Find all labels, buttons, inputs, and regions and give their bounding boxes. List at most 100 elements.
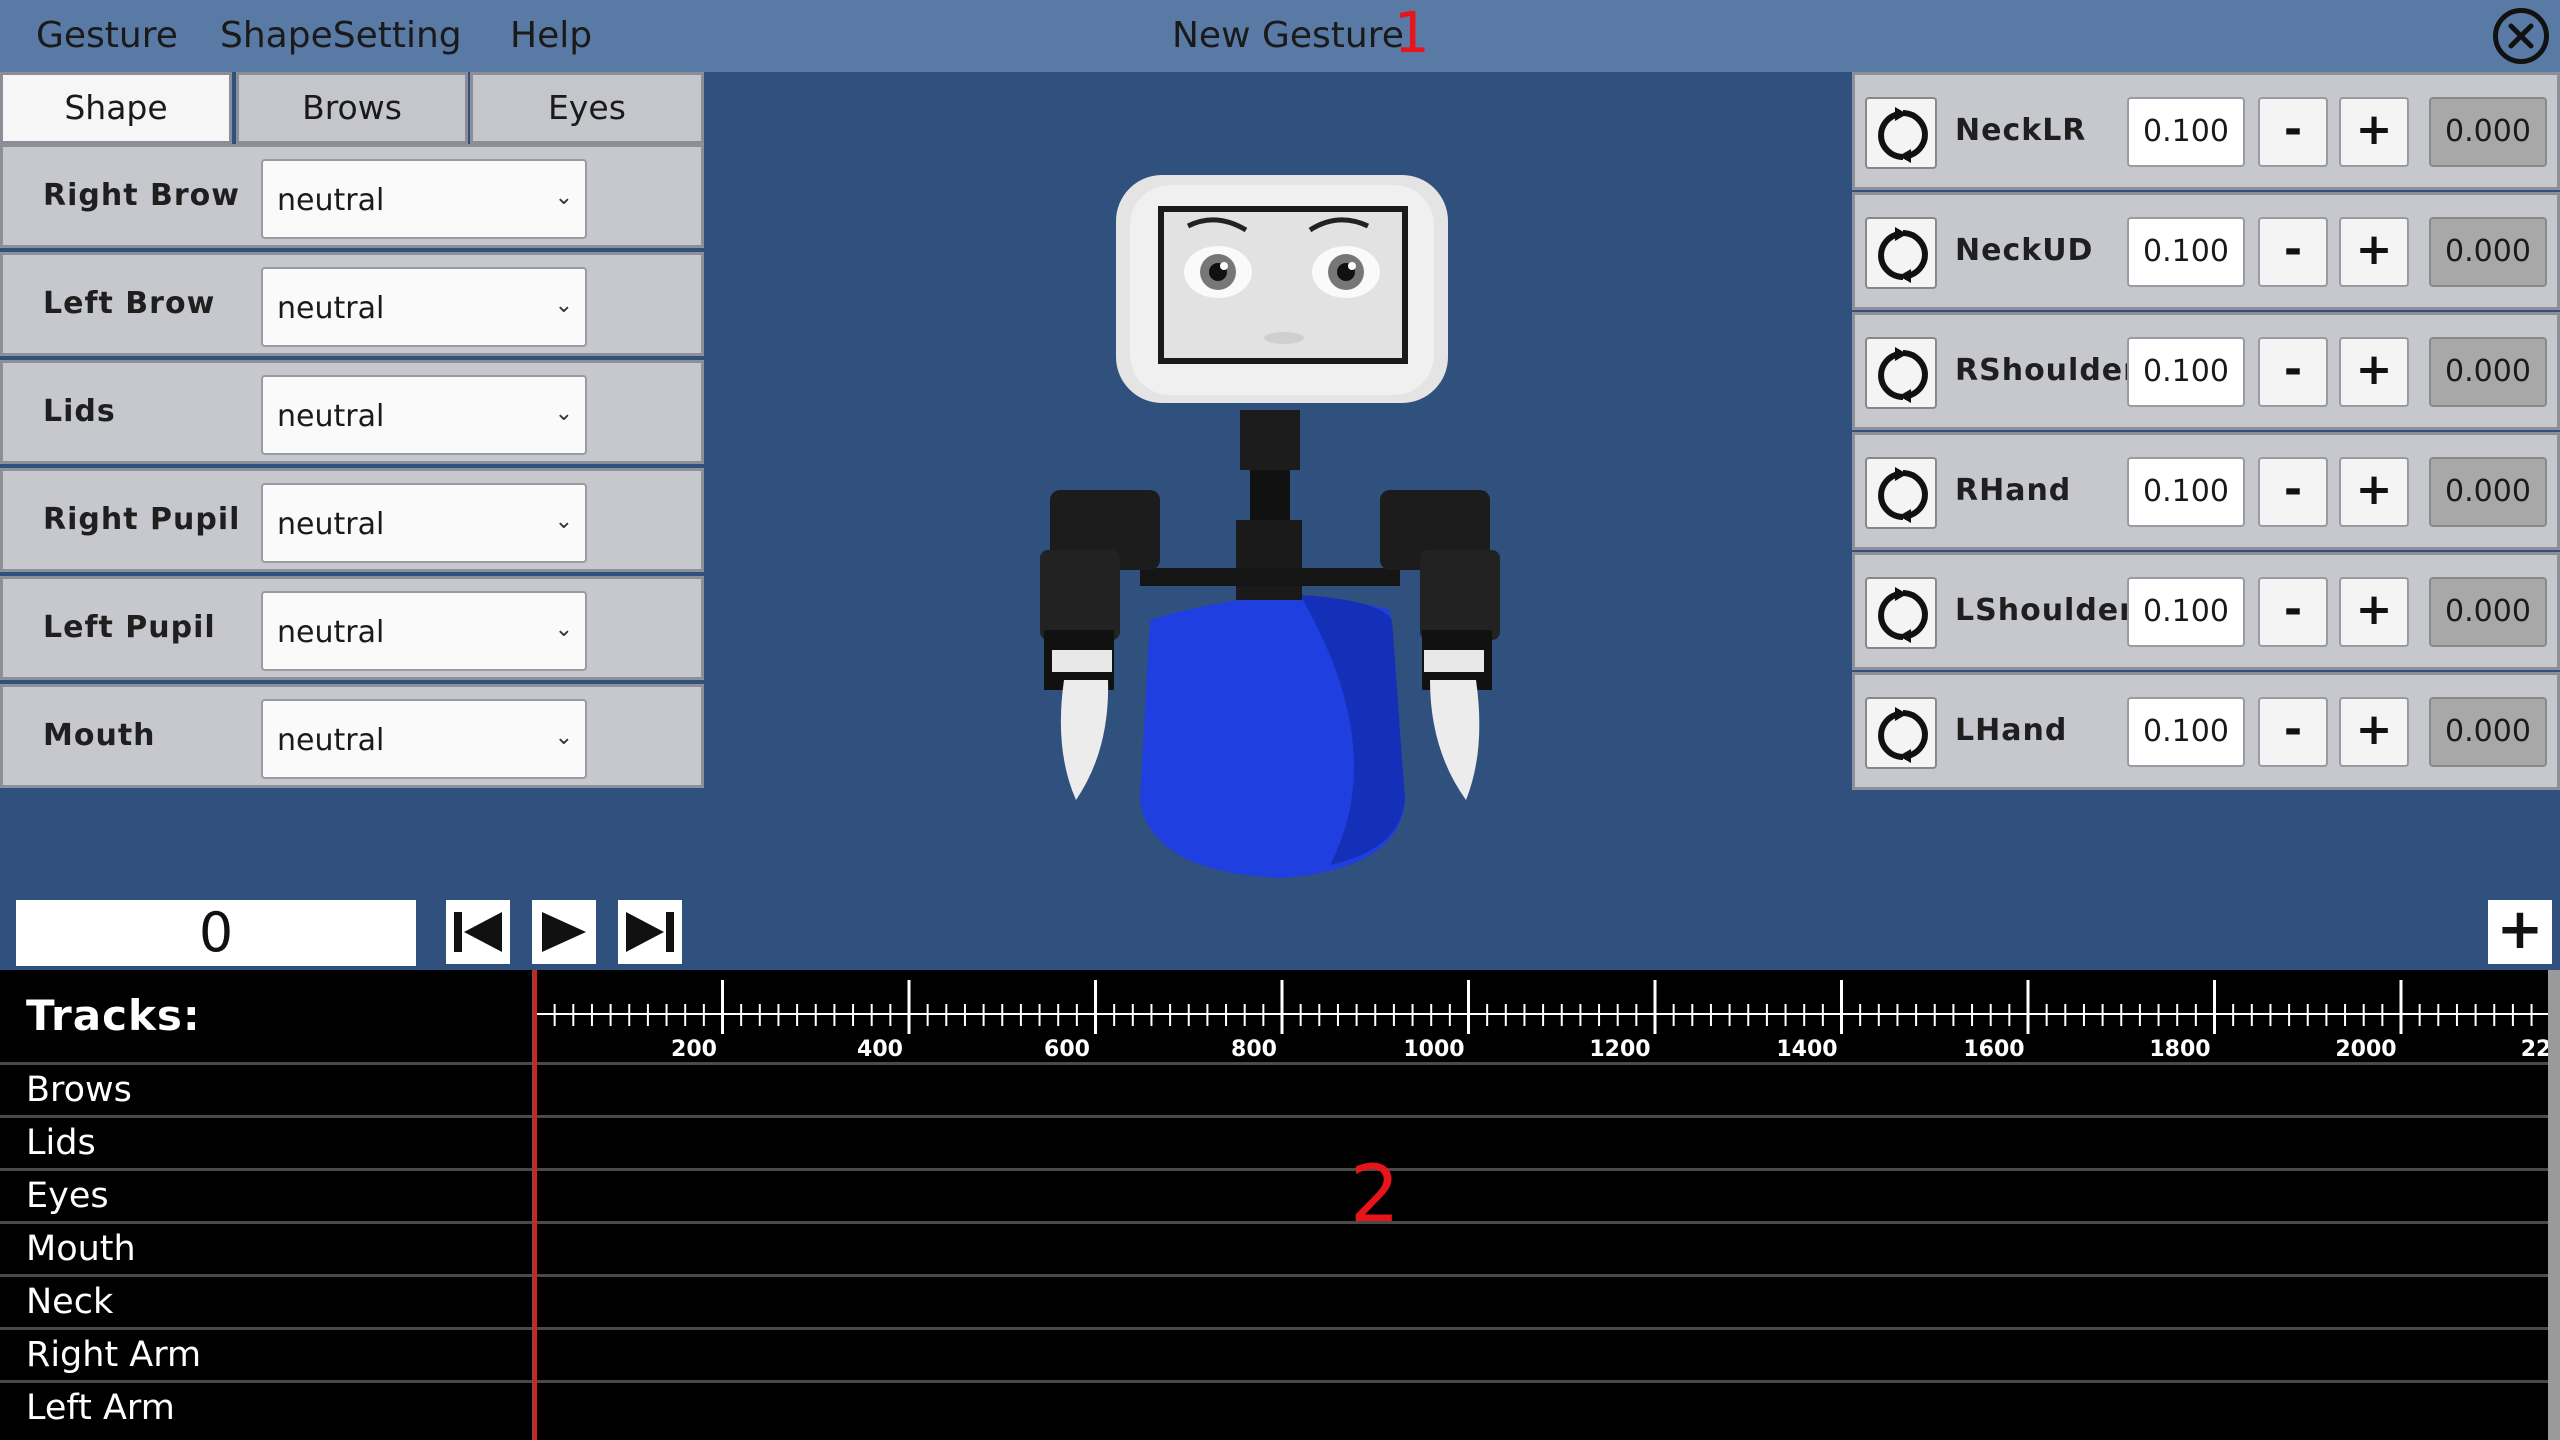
reset-button[interactable] [1865,337,1937,409]
dropdown-value: neutral [277,183,385,218]
track-row-lids[interactable]: Lids [0,1115,2548,1168]
left-pupil-dropdown[interactable]: neutral ⌄ [261,591,587,671]
menu-bar: Gesture ShapeSetting Help New Gesture 1 [0,0,2560,72]
chevron-down-icon: ⌄ [554,185,573,210]
joint-row-rhand: RHand 0.100 - + 0.000 [1852,432,2560,550]
increment-button[interactable]: + [2339,577,2409,647]
chevron-down-icon: ⌄ [554,401,573,426]
increment-button[interactable]: + [2339,697,2409,767]
joint-label: NeckLR [1955,113,2087,148]
joint-value: 0.000 [2429,337,2547,407]
track-row-right-arm[interactable]: Right Arm [0,1327,2548,1380]
skip-to-end-button[interactable] [618,900,682,964]
decrement-button[interactable]: - [2258,577,2328,647]
tab-eyes[interactable]: Eyes [470,72,704,144]
menu-help[interactable]: Help [510,10,592,62]
playhead[interactable] [533,970,537,1440]
track-row-neck[interactable]: Neck [0,1274,2548,1327]
increment-button[interactable]: + [2339,217,2409,287]
shape-row-left-brow: Left Brow neutral ⌄ [0,252,704,356]
reset-button[interactable] [1865,697,1937,769]
right-pupil-dropdown[interactable]: neutral ⌄ [261,483,587,563]
ruler-label: 2000 [2335,1037,2396,1062]
step-input[interactable]: 0.100 [2127,97,2245,167]
dropdown-value: neutral [277,291,385,326]
ruler-label: 600 [1044,1037,1090,1062]
time-ruler[interactable]: 200 400 600 800 1000 1200 1400 1600 1800… [536,970,2548,1062]
shape-label: Left Pupil [43,610,216,645]
lids-dropdown[interactable]: neutral ⌄ [261,375,587,455]
play-icon [542,912,586,952]
play-button[interactable] [532,900,596,964]
joint-label: NeckUD [1955,233,2094,268]
joint-row-necklr: NeckLR 0.100 - + 0.000 [1852,72,2560,190]
refresh-icon [1878,107,1928,163]
window-title: New Gesture [1172,15,1404,56]
right-brow-dropdown[interactable]: neutral ⌄ [261,159,587,239]
mouth-dropdown[interactable]: neutral ⌄ [261,699,587,779]
step-input[interactable]: 0.100 [2127,457,2245,527]
ruler-label: 1400 [1776,1037,1837,1062]
decrement-button[interactable]: - [2258,457,2328,527]
skip-start-icon [454,912,502,952]
shape-row-lids: Lids neutral ⌄ [0,360,704,464]
joint-label: RHand [1955,473,2072,508]
dropdown-value: neutral [277,399,385,434]
chevron-down-icon: ⌄ [554,293,573,318]
ruler-label: 400 [857,1037,903,1062]
reset-button[interactable] [1865,577,1937,649]
joint-value: 0.000 [2429,457,2547,527]
tab-shape[interactable]: Shape [0,72,232,144]
shape-panel: Shape Brows Eyes Right Brow neutral ⌄ Le… [0,72,704,792]
close-button[interactable] [2493,8,2549,64]
decrement-button[interactable]: - [2258,97,2328,167]
chevron-down-icon: ⌄ [554,617,573,642]
step-input[interactable]: 0.100 [2127,697,2245,767]
decrement-button[interactable]: - [2258,217,2328,287]
menu-gesture[interactable]: Gesture [36,10,178,62]
skip-to-start-button[interactable] [446,900,510,964]
robot-model [1040,175,1500,878]
reset-button[interactable] [1865,217,1937,289]
tracks-header: Tracks: [26,991,201,1040]
increment-button[interactable]: + [2339,457,2409,527]
left-brow-dropdown[interactable]: neutral ⌄ [261,267,587,347]
refresh-icon [1878,707,1928,763]
joint-label: LShoulder [1955,593,2135,628]
increment-button[interactable]: + [2339,337,2409,407]
add-keyframe-button[interactable]: + [2488,900,2552,964]
annotation-marker-2: 2 [1350,1150,1400,1240]
track-label: Mouth [26,1229,136,1269]
reset-button[interactable] [1865,97,1937,169]
track-row-eyes[interactable]: Eyes [0,1168,2548,1221]
tab-brows[interactable]: Brows [236,72,468,144]
ruler-label: 800 [1231,1037,1277,1062]
track-row-left-arm[interactable]: Left Arm [0,1380,2548,1433]
step-input[interactable]: 0.100 [2127,337,2245,407]
dropdown-value: neutral [277,507,385,542]
track-row-brows[interactable]: Brows [0,1062,2548,1115]
shape-row-mouth: Mouth neutral ⌄ [0,684,704,788]
track-label: Neck [26,1282,114,1322]
ruler-label: 200 [671,1037,717,1062]
refresh-icon [1878,347,1928,403]
close-icon [2508,23,2534,49]
chevron-down-icon: ⌄ [554,509,573,534]
frame-input[interactable]: 0 [16,900,416,966]
step-input[interactable]: 0.100 [2127,217,2245,287]
menu-shape-setting[interactable]: ShapeSetting [220,10,462,62]
robot-preview[interactable] [1000,150,1560,890]
joint-row-neckud: NeckUD 0.100 - + 0.000 [1852,192,2560,310]
step-input[interactable]: 0.100 [2127,577,2245,647]
shape-label: Right Brow [43,178,240,213]
reset-button[interactable] [1865,457,1937,529]
tracks-scrollbar[interactable] [2548,970,2560,1440]
decrement-button[interactable]: - [2258,697,2328,767]
track-row-mouth[interactable]: Mouth [0,1221,2548,1274]
increment-button[interactable]: + [2339,97,2409,167]
decrement-button[interactable]: - [2258,337,2328,407]
joint-row-lshoulder: LShoulder 0.100 - + 0.000 [1852,552,2560,670]
tracks-timeline: Tracks: 200 400 600 800 1000 1200 1400 1… [0,970,2560,1440]
shape-label: Right Pupil [43,502,241,537]
refresh-icon [1878,467,1928,523]
